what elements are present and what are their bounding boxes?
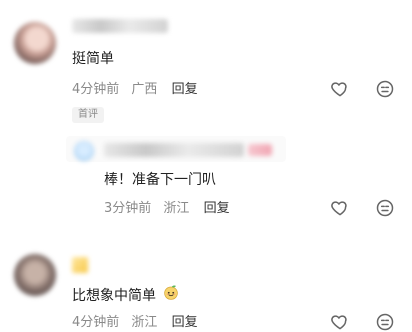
comment-region: 广西 <box>131 82 158 97</box>
comment-text: 比想象中简单 <box>72 288 156 304</box>
reply-header <box>66 136 286 162</box>
comment-meta: 4分钟前 广西 回复 <box>72 81 198 99</box>
reply-time: 3分钟前 <box>104 201 152 216</box>
dislike-button[interactable] <box>375 312 395 332</box>
username-blurred[interactable] <box>72 19 168 33</box>
avatar[interactable] <box>14 22 56 64</box>
reply-button[interactable]: 回复 <box>204 201 230 216</box>
dislike-face-icon <box>376 80 394 98</box>
reply-button[interactable]: 回复 <box>172 82 198 97</box>
heart-icon <box>331 82 347 97</box>
emoji-icon <box>164 285 179 300</box>
reply-button[interactable]: 回复 <box>172 315 198 330</box>
comment-text-wrap: 比想象中简单 <box>72 284 180 308</box>
comment-time: 4分钟前 <box>72 82 120 97</box>
like-button[interactable] <box>330 312 350 332</box>
comment-meta: 4分钟前 浙江 回复 <box>72 314 198 332</box>
user-badge <box>72 257 88 273</box>
like-button[interactable] <box>330 79 350 99</box>
comment-time: 4分钟前 <box>72 315 120 330</box>
reply-user-tag-blurred <box>248 144 272 156</box>
reply-avatar[interactable] <box>74 141 94 161</box>
reply-text: 棒！准备下一门叭 <box>104 172 216 188</box>
heart-icon <box>331 315 347 330</box>
avatar[interactable] <box>14 254 56 296</box>
smiling-fruit-emoji <box>162 284 180 308</box>
heart-icon <box>331 201 347 216</box>
first-comment-badge: 首评 <box>72 107 104 123</box>
dislike-button[interactable] <box>375 198 395 218</box>
dislike-face-icon <box>376 199 394 217</box>
comment-text: 挺简单 <box>72 51 114 67</box>
reply-username-blurred[interactable] <box>104 143 244 157</box>
like-button[interactable] <box>330 198 350 218</box>
dislike-button[interactable] <box>375 79 395 99</box>
reply-region: 浙江 <box>163 201 190 216</box>
dislike-face-icon <box>376 313 394 331</box>
comment-region: 浙江 <box>131 315 158 330</box>
reply-meta: 3分钟前 浙江 回复 <box>104 200 230 218</box>
